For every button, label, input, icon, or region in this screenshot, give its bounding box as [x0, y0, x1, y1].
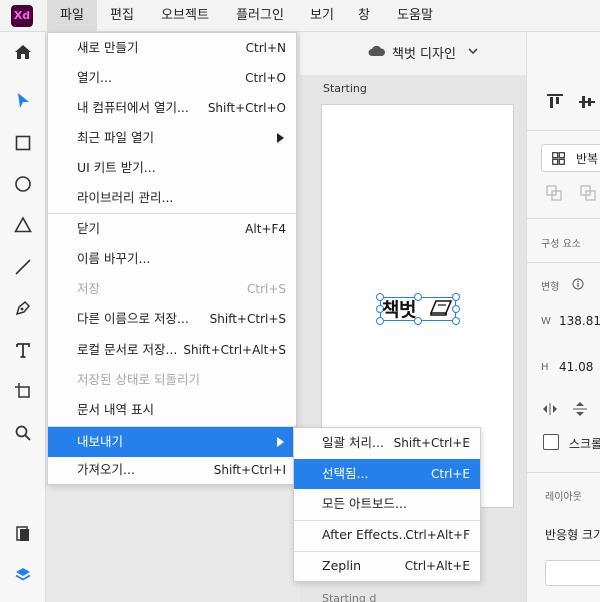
document-title[interactable]: 책벗 디자인 [392, 43, 456, 62]
chevron-down-icon[interactable] [468, 47, 478, 55]
align-middle-icon[interactable] [577, 92, 597, 112]
menu-object[interactable]: 오브젝트 [150, 0, 220, 32]
menu-file[interactable]: 파일 [47, 0, 97, 32]
menu-item-open[interactable]: 열기... Ctrl+O [48, 63, 296, 93]
menu-item-rename[interactable]: 이름 바꾸기... [48, 244, 296, 274]
menu-item-import[interactable]: 가져오기... Shift+Ctrl+I [48, 455, 296, 485]
menu-item-revert[interactable]: 저장된 상태로 되돌리기 [48, 365, 296, 395]
grid-icon [552, 152, 565, 165]
ellipse-icon[interactable] [8, 169, 38, 199]
menu-item-version-history[interactable]: 문서 내역 표시 [48, 395, 296, 425]
xd-logo: Xd [11, 5, 33, 27]
info-icon[interactable] [572, 278, 584, 290]
layout-label: 레이아웃 [545, 492, 582, 503]
artboard-icon[interactable] [8, 376, 38, 406]
width-label: W [541, 316, 551, 327]
menu-item-manage-libraries[interactable]: 라이브러리 관리... [48, 183, 296, 213]
menu-item-save-as[interactable]: 다른 이름으로 저장... Shift+Ctrl+S [48, 304, 296, 334]
width-value[interactable]: 138.81 [559, 314, 600, 328]
responsive-mode-button[interactable] [545, 560, 600, 586]
menu-item-new[interactable]: 새로 만들기 Ctrl+N [48, 33, 296, 63]
export-submenu: 일괄 처리... Shift+Ctrl+E 선택됨... Ctrl+E 모든 아… [293, 427, 481, 582]
components-label: 구성 요소 [541, 239, 581, 250]
artboard-label[interactable]: Starting [323, 82, 367, 95]
menu-plugins[interactable]: 플러그인 [225, 0, 295, 32]
zoom-icon[interactable] [8, 418, 38, 448]
align-top-icon[interactable] [545, 92, 565, 112]
artboard-label-2[interactable]: Starting d [322, 592, 376, 602]
line-icon[interactable] [8, 252, 38, 282]
menu-item-selected[interactable]: 선택됨... Ctrl+E [294, 459, 480, 489]
height-label: H [541, 362, 549, 373]
menu-window[interactable]: 창 [350, 0, 378, 32]
menu-item-batch[interactable]: 일괄 처리... Shift+Ctrl+E [294, 428, 480, 458]
repeat-grid-label: 반복 [576, 152, 599, 166]
menu-item-save[interactable]: 저장 Ctrl+S [48, 274, 296, 304]
divider [527, 472, 600, 473]
divider [527, 130, 600, 131]
selection-handle[interactable] [452, 317, 460, 325]
boolean-add-icon[interactable] [545, 184, 563, 202]
menu-help[interactable]: 도움말 [386, 0, 444, 32]
chevron-right-icon [277, 437, 284, 447]
file-menu: 새로 만들기 Ctrl+N 열기... Ctrl+O 내 컴퓨터에서 열기...… [47, 32, 297, 485]
tool-bar [0, 32, 46, 602]
menu-view[interactable]: 보기 [300, 0, 344, 32]
selected-text[interactable]: 책벗 [382, 295, 416, 322]
menu-edit[interactable]: 편집 [100, 0, 144, 32]
menu-item-after-effects[interactable]: After Effects... Ctrl+Alt+F [294, 520, 480, 550]
assets-icon[interactable] [8, 519, 38, 549]
menu-item-zeplin[interactable]: Zeplin Ctrl+Alt+E [294, 551, 480, 581]
layers-icon[interactable] [8, 560, 38, 590]
boolean-subtract-icon[interactable] [579, 184, 597, 202]
responsive-resize-label: 반응형 크기 [545, 528, 600, 542]
menu-item-close[interactable]: 닫기 Alt+F4 [48, 214, 296, 244]
property-inspector: 반복 구성 요소 변형 W 138.81 H 41.08 스크롤 레이아웃 반응… [526, 32, 600, 602]
menu-item-all-artboards[interactable]: 모든 아트보드... [294, 489, 480, 519]
scroll-checkbox[interactable] [543, 434, 559, 450]
menu-item-get-ui-kits[interactable]: UI 키트 받기... [48, 153, 296, 183]
select-icon[interactable] [8, 86, 38, 116]
flip-vertical-icon[interactable] [572, 400, 588, 418]
cloud-icon [368, 45, 385, 56]
height-value[interactable]: 41.08 [559, 360, 593, 374]
rectangle-icon[interactable] [8, 128, 38, 158]
divider [527, 262, 600, 263]
transform-label: 변형 [541, 282, 560, 293]
text-icon[interactable] [8, 335, 38, 365]
pen-icon[interactable] [8, 293, 38, 323]
menu-item-save-as-local[interactable]: 로컬 문서로 저장... Shift+Ctrl+Alt+S [48, 335, 296, 365]
menu-item-open-from-computer[interactable]: 내 컴퓨터에서 열기... Shift+Ctrl+O [48, 93, 296, 123]
book-icon [429, 300, 453, 316]
menu-item-export[interactable]: 내보내기 [48, 427, 296, 457]
menu-item-open-recent[interactable]: 최근 파일 열기 [48, 123, 296, 153]
triangle-icon[interactable] [8, 210, 38, 240]
flip-horizontal-icon[interactable] [541, 402, 559, 416]
scroll-label: 스크롤 [569, 437, 600, 451]
chevron-right-icon [277, 133, 284, 143]
home-icon[interactable] [8, 37, 38, 67]
divider [527, 218, 600, 219]
menu-bar: Xd 파일 편집 오브젝트 플러그인 보기 창 도움말 [0, 0, 600, 32]
repeat-grid-button[interactable]: 반복 [541, 144, 600, 172]
